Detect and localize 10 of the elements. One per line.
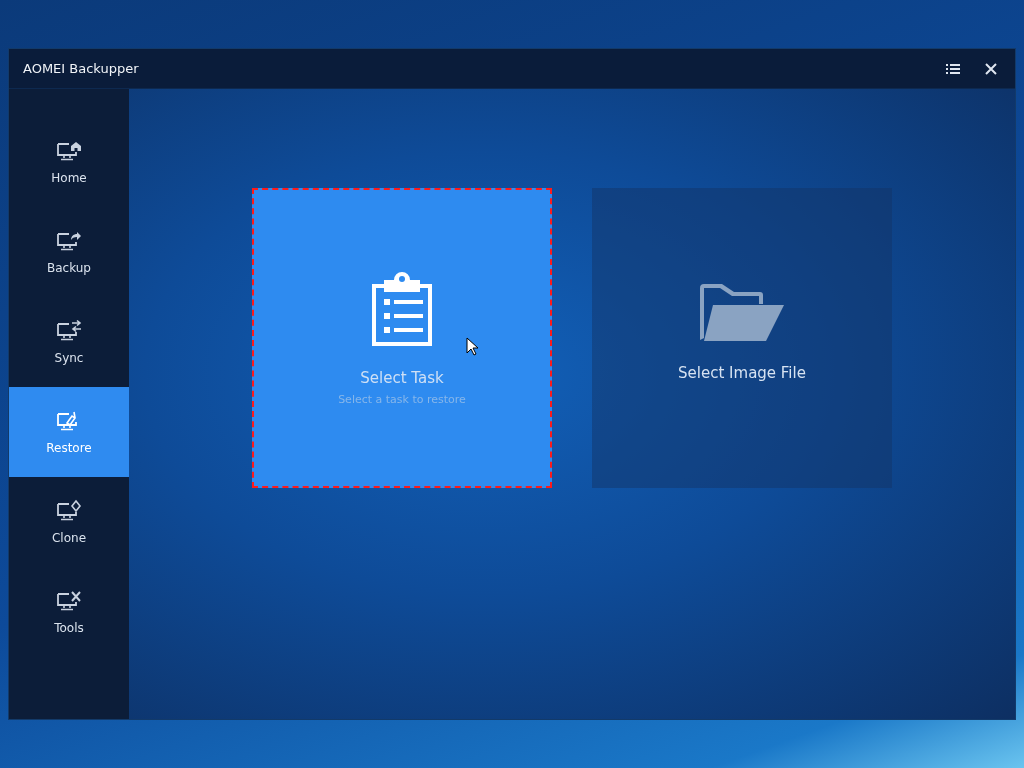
sidebar-item[interactable]: Tools (9, 567, 129, 657)
option-title: Select Task (360, 368, 444, 387)
option-description: Select a task to restore (338, 392, 466, 406)
sidebar-item[interactable]: Sync (9, 297, 129, 387)
sidebar-item[interactable]: Backup (9, 207, 129, 297)
window-title: AOMEI Backupper (23, 61, 139, 76)
sidebar-item[interactable]: Home (9, 117, 129, 207)
sidebar-item[interactable]: Clone (9, 477, 129, 567)
option-title: Select Image File (678, 364, 806, 382)
option-tile[interactable]: Select Image File (592, 188, 892, 488)
